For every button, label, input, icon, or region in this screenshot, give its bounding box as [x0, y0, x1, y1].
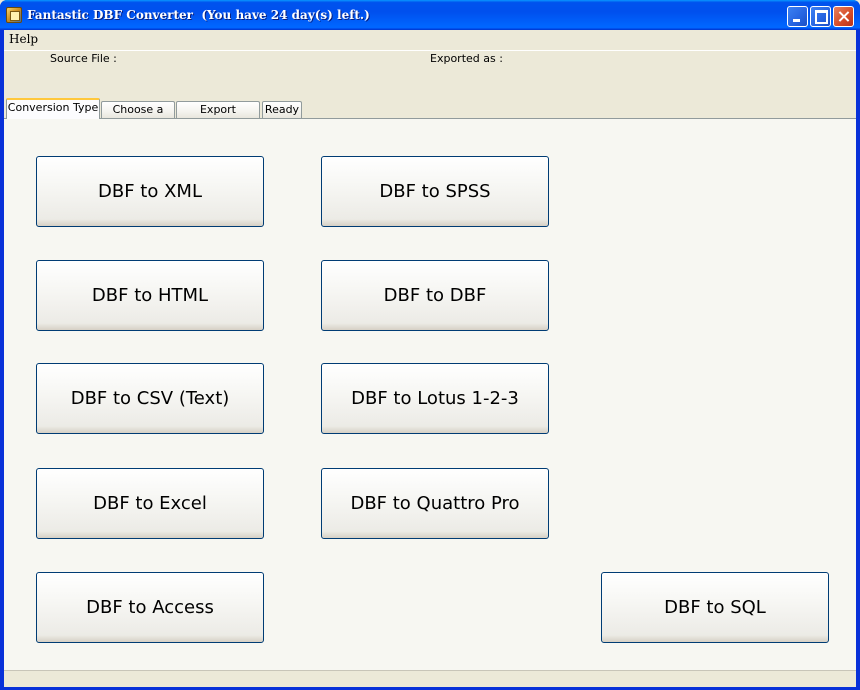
- tab-export-settings[interactable]: Export Settings: [176, 101, 260, 131]
- tab-choose-a-file[interactable]: Choose a File: [101, 101, 175, 131]
- tab-ready[interactable]: Ready: [262, 101, 302, 118]
- dbf-to-xml-button[interactable]: DBF to XML: [36, 156, 264, 227]
- exported-as-label: Exported as :: [430, 52, 503, 65]
- dbf-to-quattro-pro-button[interactable]: DBF to Quattro Pro: [321, 468, 549, 539]
- menu-help[interactable]: Help: [9, 32, 38, 46]
- maximize-button[interactable]: [810, 6, 831, 27]
- dbf-to-csv-button[interactable]: DBF to CSV (Text): [36, 363, 264, 434]
- title-bar[interactable]: Fantastic DBF Converter (You have 24 day…: [0, 0, 860, 30]
- app-icon: [6, 7, 22, 23]
- menu-bar: Help: [4, 30, 856, 51]
- dbf-to-dbf-button[interactable]: DBF to DBF: [321, 260, 549, 331]
- dbf-to-lotus-button[interactable]: DBF to Lotus 1-2-3: [321, 363, 549, 434]
- dbf-to-excel-button[interactable]: DBF to Excel: [36, 468, 264, 539]
- source-file-label: Source File :: [50, 52, 117, 65]
- status-bar: [4, 670, 856, 687]
- client-area: Help Source File : Exported as : Convers…: [4, 30, 856, 687]
- dbf-to-spss-button[interactable]: DBF to SPSS: [321, 156, 549, 227]
- dbf-to-sql-button[interactable]: DBF to SQL: [601, 572, 829, 643]
- dbf-to-access-button[interactable]: DBF to Access: [36, 572, 264, 643]
- close-button[interactable]: [833, 6, 854, 27]
- app-window: Fantastic DBF Converter (You have 24 day…: [0, 0, 860, 690]
- conversion-type-panel: DBF to XML DBF to SPSS DBF to HTML DBF t…: [4, 118, 856, 670]
- menu-help-label: Help: [9, 32, 39, 46]
- window-title: Fantastic DBF Converter (You have 24 day…: [27, 8, 370, 22]
- minimize-button[interactable]: [787, 6, 808, 27]
- dbf-to-html-button[interactable]: DBF to HTML: [36, 260, 264, 331]
- tab-conversion-type[interactable]: Conversion Type: [6, 98, 100, 119]
